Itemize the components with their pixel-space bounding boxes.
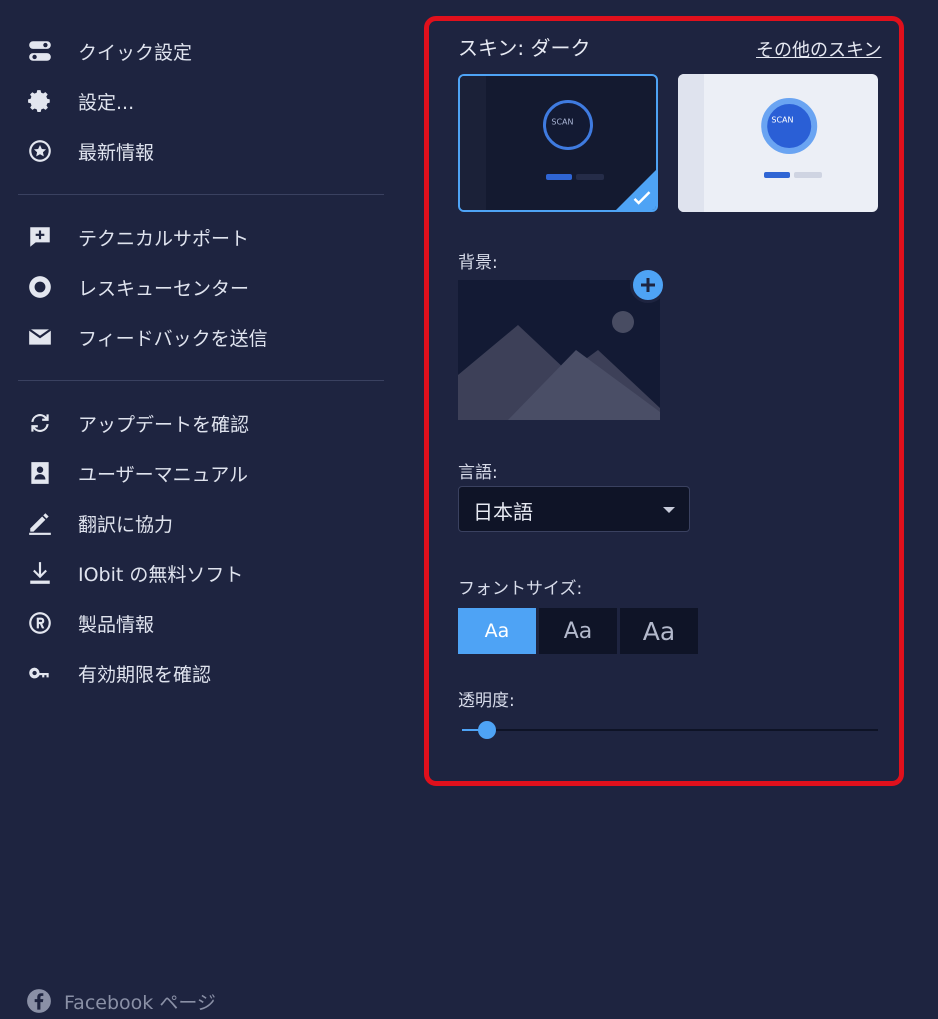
menu-item-whats-new[interactable]: 最新情報 (26, 134, 154, 168)
pen-icon (26, 509, 54, 537)
menu-item-label: ユーザーマニュアル (78, 463, 249, 486)
menu-item-label: 製品情報 (78, 613, 155, 636)
menu-item-technical-support[interactable]: テクニカルサポート (26, 220, 249, 254)
menu-item-label: テクニカルサポート (78, 227, 250, 250)
font-size-small-button[interactable]: Aa (458, 608, 536, 654)
menu-item-help-translate[interactable]: 翻訳に協力 (26, 506, 173, 540)
menu-divider (18, 380, 384, 381)
menu-item-iobit-free-software[interactable]: IObit の無料ソフト (26, 556, 243, 590)
facebook-label: Facebook ページ (64, 991, 216, 1014)
menu-item-label: フィードバックを送信 (78, 327, 268, 350)
transparency-slider-handle[interactable] (477, 721, 496, 739)
add-background-button[interactable] (630, 267, 666, 303)
menu-item-label: IObit の無料ソフト (78, 563, 244, 586)
menu-item-send-feedback[interactable]: フィードバックを送信 (26, 320, 268, 354)
font-size-medium-button[interactable]: Aa (539, 608, 617, 654)
language-value: 日本語 (473, 500, 533, 524)
skin-preview-button (546, 174, 572, 180)
key-icon (26, 659, 54, 687)
facebook-page-link[interactable]: Facebook ページ (26, 986, 216, 1016)
gear-icon (26, 87, 54, 115)
menu-divider (18, 194, 384, 195)
skin-preview-sidebar (678, 74, 704, 212)
language-select[interactable]: 日本語 (458, 486, 690, 532)
download-icon (26, 559, 54, 587)
menu-item-check-update[interactable]: アップデートを確認 (26, 406, 249, 440)
background-image-placeholder[interactable] (458, 280, 660, 420)
background-label: 背景: (458, 253, 498, 273)
menu-item-quick-settings[interactable]: クイック設定 (26, 34, 192, 68)
menu-item-label: アップデートを確認 (78, 413, 250, 436)
menu-item-check-expiration[interactable]: 有効期限を確認 (26, 656, 211, 690)
plus-icon (641, 278, 655, 292)
manual-icon (26, 459, 54, 487)
skin-preview-scan-text: SCAN (551, 117, 574, 127)
star-badge-icon (26, 137, 54, 165)
checkmark-icon (633, 191, 651, 205)
skin-thumbnail-light[interactable]: SCAN (678, 74, 878, 212)
menu-item-user-manual[interactable]: ユーザーマニュアル (26, 456, 248, 490)
support-chat-icon (26, 223, 54, 251)
menu-item-label: 有効期限を確認 (78, 663, 212, 686)
skin-preview-scan-ring (761, 98, 818, 154)
skin-label: スキン: ダーク (458, 36, 591, 60)
language-label: 言語: (458, 463, 498, 483)
transparency-slider-fill (462, 729, 479, 731)
menu-item-settings[interactable]: 設定... (26, 84, 134, 118)
skin-preview-scan-text: SCAN (771, 115, 794, 125)
skin-preview-button (576, 174, 604, 180)
skin-preview-button (794, 172, 822, 178)
more-skins-link[interactable]: その他のスキン (756, 36, 881, 62)
facebook-icon (27, 989, 51, 1013)
refresh-icon (26, 409, 54, 437)
registered-icon (26, 609, 54, 637)
skin-thumbnail-dark[interactable]: SCAN (458, 74, 658, 212)
transparency-label: 透明度: (458, 691, 515, 711)
lifebuoy-icon (26, 273, 54, 301)
font-size-label: フォントサイズ: (458, 579, 583, 599)
menu-item-label: 設定... (78, 91, 135, 114)
menu-item-label: クイック設定 (78, 41, 193, 64)
menu-item-label: レスキューセンター (78, 277, 250, 300)
menu-item-rescue-center[interactable]: レスキューセンター (26, 270, 249, 304)
menu-item-product-info[interactable]: 製品情報 (26, 606, 154, 640)
menu-item-label: 最新情報 (78, 141, 155, 164)
transparency-slider-track[interactable] (462, 729, 878, 731)
menu-item-label: 翻訳に協力 (78, 513, 174, 536)
chevron-down-icon (663, 507, 675, 513)
toggle-icon (26, 37, 54, 65)
skin-preview-sidebar (460, 76, 486, 210)
font-size-large-button[interactable]: Aa (620, 608, 698, 654)
landscape-placeholder-icon (458, 311, 660, 420)
envelope-icon (26, 323, 54, 351)
skin-preview-button (764, 172, 790, 178)
